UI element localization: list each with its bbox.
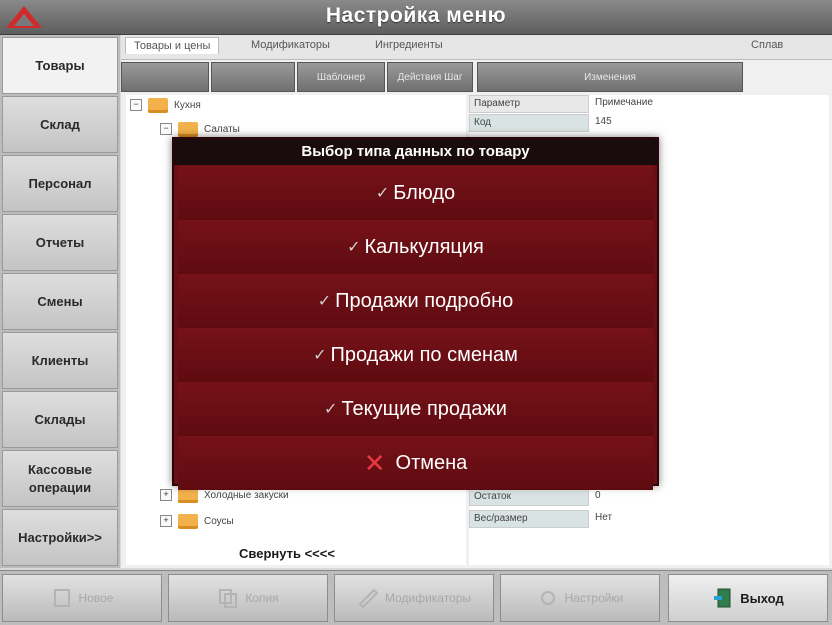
sidebar-item-reports[interactable]: Отчеты [2,214,118,271]
check-icon: ✓ [317,293,332,310]
collapse-icon[interactable]: − [160,123,172,135]
expand-icon[interactable]: + [160,515,172,527]
check-icon: ✓ [347,239,361,256]
sidebar-item-clients[interactable]: Клиенты [2,332,118,389]
tab-goods-prices[interactable]: Товары и цены [125,37,220,54]
tab-ingredients[interactable]: Ингредиенты [375,39,443,51]
toolbar-button-template[interactable]: Шаблонер [297,62,385,92]
modifiers-icon [358,588,379,609]
option-sales-by-shifts[interactable]: ✓ Продажи по сменам [178,328,653,383]
folder-icon [178,513,198,529]
check-icon: ✓ [324,401,338,418]
option-dish[interactable]: ✓ Блюдо [178,166,653,221]
check-icon: ✓ [375,185,390,202]
property-row-weight[interactable]: Вес/размер Нет [469,510,612,528]
new-item-icon [53,589,70,607]
settings-icon [540,591,555,605]
cancel-button[interactable]: ✕ Отмена [178,436,653,490]
sidebar-item-settings[interactable]: Настройки>> [2,509,118,566]
sidebar-item-staff[interactable]: Персонал [2,155,118,212]
option-sales-detailed[interactable]: ✓ Продажи подробно [178,274,653,329]
tree-row-salads[interactable]: − Салаты [160,119,240,139]
tree-row-sauces[interactable]: + Соусы [160,511,234,531]
folder-icon [148,97,168,113]
property-row-code[interactable]: Код 145 [469,114,612,132]
collapse-link[interactable]: Свернуть <<<< [239,546,335,561]
footer-bar: Новое Копия Модификаторы Настройки Выход [0,570,832,625]
sidebar-item-shifts[interactable]: Смены [2,273,118,330]
sidebar-item-stores[interactable]: Склады [2,391,118,448]
collapse-icon[interactable]: − [130,99,142,111]
tab-bar: Товары и цены Модификаторы Ингредиенты С… [121,35,832,60]
toolbar-button-actions[interactable]: Действия Шаг [387,62,473,92]
sidebar-item-warehouse[interactable]: Склад [2,96,118,153]
cross-icon: ✕ [363,447,386,478]
expand-icon[interactable]: + [160,489,172,501]
data-type-dialog: Выбор типа данных по товару ✓ Блюдо ✓ Ка… [172,137,659,490]
toolbar-button-changes[interactable]: Изменения [477,62,743,92]
copy-button[interactable]: Копия [168,574,328,622]
dialog-title: Выбор типа данных по товару [174,139,657,165]
new-button[interactable]: Новое [2,574,162,622]
toolbar-button-2[interactable] [211,62,295,92]
copy-icon [219,589,238,608]
settings-button[interactable]: Настройки [500,574,660,622]
tree-row-kitchen[interactable]: − Кухня [130,95,201,115]
option-current-sales[interactable]: ✓ Текущие продажи [178,382,653,437]
title-bar: Настройка меню [0,0,832,35]
exit-door-icon [714,588,731,608]
modifiers-button[interactable]: Модификаторы [334,574,494,622]
tab-modifiers[interactable]: Модификаторы [251,39,330,51]
window-title: Настройка меню [325,4,507,27]
property-row-stock[interactable]: Остаток 0 [469,488,601,506]
sidebar-item-goods[interactable]: Товары [2,37,118,94]
sidebar: Товары Склад Персонал Отчеты Смены Клиен… [0,35,120,568]
exit-button[interactable]: Выход [668,574,828,622]
option-calculation[interactable]: ✓ Калькуляция [178,220,653,275]
folder-icon [178,121,198,137]
sidebar-item-cash-operations[interactable]: Кассовые операции [2,450,118,507]
check-icon: ✓ [313,347,327,364]
properties-header: Параметр Примечание [469,95,653,113]
toolbar-button-1[interactable] [121,62,209,92]
tab-extra[interactable]: Сплав [751,39,783,51]
